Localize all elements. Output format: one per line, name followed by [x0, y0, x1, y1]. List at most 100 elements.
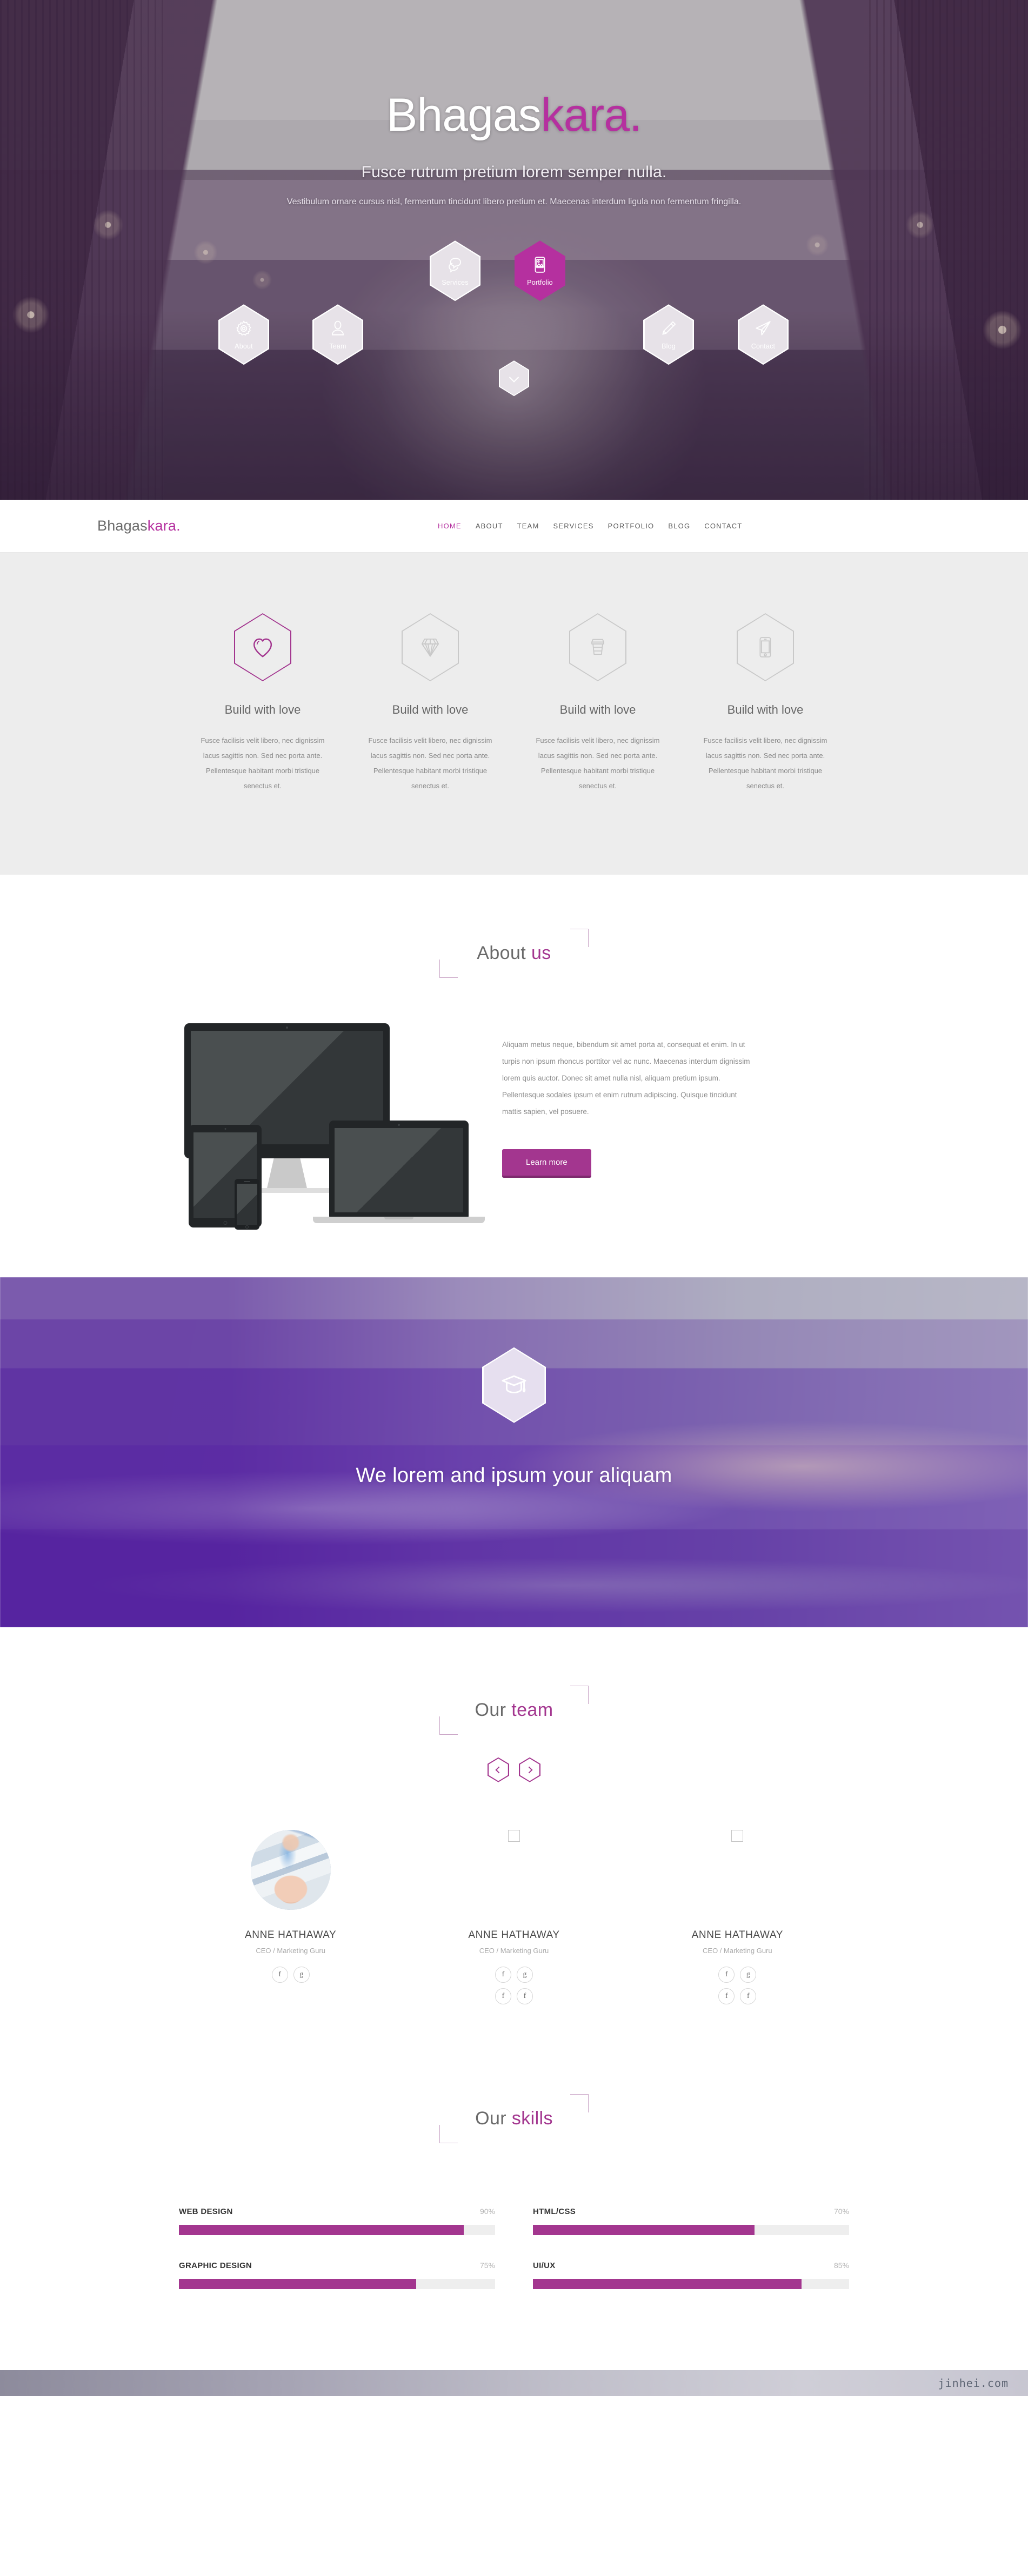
service-text: Fusce facilisis velit libero, nec dignis… — [201, 736, 325, 790]
brand-text-accent: kara. — [147, 518, 181, 534]
skill-percent: 90% — [479, 2206, 495, 2216]
chat-bubble-icon — [446, 256, 464, 274]
member-name: ANNE HATHAWAY — [468, 1929, 560, 1941]
hex-nav-label: Blog — [662, 342, 676, 350]
scroll-down-button[interactable] — [499, 360, 529, 397]
skill-web-design: WEB DESIGN 90% — [179, 2207, 495, 2235]
skill-label: UI/UX — [533, 2260, 556, 2270]
skill-percent: 75% — [479, 2260, 495, 2270]
service-text: Fusce facilisis velit libero, nec dignis… — [703, 736, 827, 790]
team-member-2: ANNE HATHAWAY CEO / Marketing Guru f g f… — [402, 1829, 625, 2004]
member-social-links: f g f f — [712, 1966, 762, 2004]
skills-heading-accent: skills — [511, 2108, 553, 2129]
skill-html-css: HTML/CSS 70% — [533, 2207, 849, 2235]
skills-heading-dark: Our — [475, 2108, 512, 2129]
google-plus-icon[interactable]: g — [293, 1966, 310, 1983]
carousel-next-button[interactable] — [519, 1757, 540, 1782]
nav-item-home[interactable]: HOME — [438, 522, 462, 530]
person-icon — [329, 319, 347, 338]
progress-fill — [179, 2224, 464, 2235]
nav-item-blog[interactable]: BLOG — [668, 522, 690, 530]
team-carousel-controls — [0, 1757, 1028, 1782]
facebook-icon-3[interactable]: f — [740, 1988, 757, 2004]
facebook-icon-2[interactable]: f — [495, 1988, 511, 2004]
team-section: Our team ANNE HATHAWAY CEO / Marketing G… — [0, 1627, 1028, 2042]
service-card-2[interactable]: Build with love Fusce facilisis velit li… — [346, 613, 514, 794]
member-name: ANNE HATHAWAY — [691, 1929, 783, 1941]
gear-icon — [235, 319, 253, 338]
progress-fill — [533, 2224, 755, 2235]
nav-item-team[interactable]: TEAM — [517, 522, 539, 530]
skills-heading: Our skills — [417, 2094, 611, 2143]
about-heading-accent: us — [531, 942, 551, 963]
skill-label: HTML/CSS — [533, 2206, 576, 2216]
hero-description: Vestibulum ornare cursus nisl, fermentum… — [286, 197, 742, 206]
phone-device — [235, 1178, 259, 1230]
hero-subtitle: Fusce rutrum pretium lorem semper nulla. — [361, 163, 667, 181]
service-hex-4 — [737, 613, 794, 681]
hex-nav-blog[interactable]: Blog — [643, 304, 694, 365]
image-phone-icon — [531, 256, 549, 274]
hex-nav-about[interactable]: About — [218, 304, 269, 365]
watermark: jinhei.com — [938, 2376, 1009, 2390]
hex-nav-services[interactable]: Services — [430, 240, 480, 301]
learn-more-button[interactable]: Learn more — [502, 1149, 591, 1178]
hex-nav-team[interactable]: Team — [312, 304, 363, 365]
navbar-menu: HOME ABOUT TEAM SERVICES PORTFOLIO BLOG … — [438, 522, 743, 530]
nav-item-portfolio[interactable]: PORTFOLIO — [608, 522, 655, 530]
skill-label: GRAPHIC DESIGN — [179, 2260, 252, 2270]
nav-item-contact[interactable]: CONTACT — [704, 522, 742, 530]
coffee-cup-icon — [586, 635, 610, 659]
paper-plane-icon — [754, 319, 772, 338]
nav-item-services[interactable]: SERVICES — [553, 522, 594, 530]
facebook-icon[interactable]: f — [718, 1966, 735, 1983]
about-section: About us Aliquam metus neque, bibendum s… — [0, 874, 1028, 1277]
facebook-icon-2[interactable]: f — [718, 1988, 735, 2004]
carousel-prev-button[interactable] — [488, 1757, 509, 1782]
hex-nav-label: Contact — [751, 342, 776, 350]
hero-hex-navigation: About Team Services Portfolio Blog Conta… — [0, 240, 1028, 403]
facebook-icon[interactable]: f — [495, 1966, 511, 1983]
corner-bracket-top-right — [570, 2094, 589, 2112]
smartphone-icon — [753, 635, 777, 659]
service-title: Build with love — [559, 703, 636, 716]
team-member-1: ANNE HATHAWAY CEO / Marketing Guru f g — [179, 1829, 402, 2004]
laptop-screen — [335, 1128, 463, 1212]
google-plus-icon[interactable]: g — [740, 1966, 757, 1983]
avatar-photo — [250, 1829, 331, 1910]
member-social-links: f g — [266, 1966, 316, 1983]
skill-percent: 85% — [833, 2260, 849, 2270]
progress-track — [179, 2224, 495, 2235]
hex-nav-portfolio[interactable]: Portfolio — [515, 240, 565, 301]
corner-bracket-top-right — [570, 928, 589, 947]
hero-title-accent: kara. — [540, 89, 642, 141]
about-content: Aliquam metus neque, bibendum sit amet p… — [482, 1023, 849, 1178]
service-card-4[interactable]: Build with love Fusce facilisis velit li… — [682, 613, 849, 794]
progress-fill — [179, 2278, 416, 2289]
team-heading: Our team — [417, 1685, 611, 1735]
call-to-action-banner: We lorem and ipsum your aliquam — [0, 1277, 1028, 1627]
laptop-device — [329, 1120, 469, 1218]
footer-strip: jinhei.com — [0, 2370, 1028, 2396]
service-card-3[interactable]: Build with love Fusce facilisis velit li… — [514, 613, 682, 794]
hex-nav-label: Services — [442, 278, 469, 286]
facebook-icon-3[interactable]: f — [516, 1988, 533, 2004]
member-role: CEO / Marketing Guru — [256, 1946, 325, 1955]
home-button-icon — [245, 1225, 249, 1229]
nav-item-about[interactable]: ABOUT — [476, 522, 503, 530]
hero-title: Bhagaskara. — [0, 92, 1028, 138]
about-media — [179, 1023, 485, 1230]
google-plus-icon[interactable]: g — [516, 1966, 533, 1983]
hex-nav-label: Team — [329, 342, 346, 350]
navbar-brand[interactable]: Bhagaskara. — [97, 518, 181, 534]
devices-mockup-image — [184, 1023, 485, 1230]
service-title: Build with love — [392, 703, 469, 716]
service-title: Build with love — [727, 703, 804, 716]
hex-nav-contact[interactable]: Contact — [738, 304, 789, 365]
facebook-icon[interactable]: f — [271, 1966, 288, 1983]
camera-dot-icon — [286, 1026, 288, 1029]
skills-section: Our skills WEB DESIGN 90% HTML/CSS 70% G… — [0, 2042, 1028, 2370]
camera-dot-icon — [224, 1128, 226, 1130]
service-hex-3 — [569, 613, 626, 681]
service-card-1[interactable]: Build with love Fusce facilisis velit li… — [179, 613, 346, 794]
